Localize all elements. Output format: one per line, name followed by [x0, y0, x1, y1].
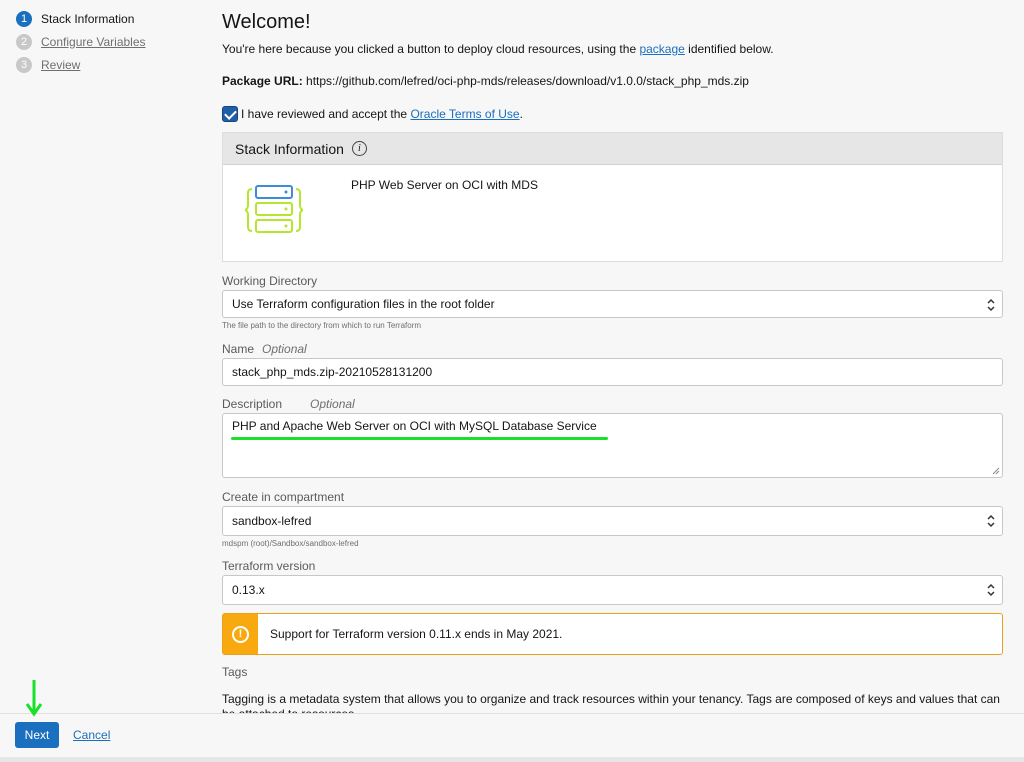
stack-name: PHP Web Server on OCI with MDS	[351, 178, 538, 192]
terms-checkbox[interactable]	[222, 106, 238, 122]
package-url-line: Package URL: https://github.com/lefred/o…	[222, 73, 1003, 89]
step-stack-information: 1 Stack Information	[16, 7, 206, 30]
highlight-underline	[231, 437, 608, 440]
terraform-version-label: Terraform version	[222, 559, 316, 573]
intro-text: You're here because you clicked a button…	[222, 41, 1003, 57]
description-optional: Optional	[310, 397, 355, 411]
oracle-terms-link[interactable]: Oracle Terms of Use	[410, 107, 519, 121]
name-label-text: Name	[222, 342, 255, 356]
compartment-group: Create in compartment sandbox-lefred mds…	[222, 490, 1003, 549]
package-url-value: https://github.com/lefred/oci-php-mds/re…	[302, 74, 749, 88]
step-number-3: 3	[16, 56, 32, 73]
terms-text-before: I have reviewed and accept the	[241, 107, 408, 121]
description-textarea[interactable]: PHP and Apache Web Server on OCI with My…	[222, 413, 1003, 478]
terraform-version-group: Terraform version 0.13.x	[222, 559, 1003, 605]
description-label: Description Optional	[222, 397, 1003, 411]
working-directory-label: Working Directory	[222, 274, 318, 288]
terms-row: I have reviewed and accept the Oracle Te…	[222, 105, 1003, 123]
next-button[interactable]: Next	[15, 722, 59, 748]
package-url-label: Package URL:	[222, 74, 303, 88]
footer-bar: Next Cancel	[0, 713, 1024, 757]
warning-icon-area: !	[223, 614, 258, 654]
name-value: stack_php_mds.zip-20210528131200	[232, 365, 433, 379]
warning-text: Support for Terraform version 0.11.x end…	[270, 627, 563, 641]
select-chevron-icon	[987, 514, 995, 528]
select-chevron-icon	[987, 583, 995, 597]
page-title: Welcome!	[222, 11, 311, 33]
main-content: Welcome! You're here because you clicked…	[222, 0, 1003, 722]
description-group: Description Optional PHP and Apache Web S…	[222, 397, 1003, 478]
step-configure-variables[interactable]: 2 Configure Variables	[16, 30, 206, 53]
step-link-review[interactable]: Review	[41, 58, 80, 72]
step-link-configure-variables[interactable]: Configure Variables	[41, 35, 146, 49]
stack-information-title: Stack Information	[235, 140, 344, 157]
resize-grip-icon[interactable]	[991, 466, 1000, 475]
bottom-edge	[0, 757, 1024, 762]
name-optional: Optional	[262, 342, 307, 356]
intro-text-after: identified below.	[684, 42, 774, 56]
warning-icon: !	[232, 625, 249, 643]
green-arrow-icon	[25, 680, 43, 717]
working-directory-select[interactable]: Use Terraform configuration files in the…	[222, 290, 1003, 318]
compartment-label: Create in compartment	[222, 490, 345, 504]
compartment-value: sandbox-lefred	[232, 514, 312, 528]
terraform-version-value: 0.13.x	[232, 583, 265, 597]
info-icon[interactable]: i	[351, 141, 367, 156]
working-directory-group: Working Directory Use Terraform configur…	[222, 274, 1003, 331]
step-navigation: 1 Stack Information 2 Configure Variable…	[16, 7, 206, 76]
intro-text-before: You're here because you clicked a button…	[222, 42, 640, 56]
working-directory-hint: The file path to the directory from whic…	[222, 321, 422, 330]
stack-information-body: PHP Web Server on OCI with MDS	[223, 165, 1002, 261]
stack-information-header: Stack Information i	[223, 133, 1002, 165]
cancel-link[interactable]: Cancel	[73, 728, 110, 742]
name-input[interactable]: stack_php_mds.zip-20210528131200	[222, 358, 1003, 386]
package-link[interactable]: package	[639, 42, 684, 56]
description-label-text: Description	[222, 397, 283, 411]
select-chevron-icon	[987, 298, 995, 312]
stack-information-card: Stack Information i PHP Web Server on OC…	[222, 132, 1003, 262]
step-number-1: 1	[16, 10, 32, 27]
server-stack-icon	[245, 185, 303, 233]
working-directory-value: Use Terraform configuration files in the…	[232, 297, 495, 311]
name-label: Name Optional	[222, 342, 1003, 356]
tags-label: Tags	[222, 665, 248, 679]
name-group: Name Optional stack_php_mds.zip-202105281…	[222, 342, 1003, 386]
terraform-version-select[interactable]: 0.13.x	[222, 575, 1003, 605]
compartment-hint: mdspm (root)/Sandbox/sandbox-lefred	[222, 539, 359, 548]
step-label-stack-information: Stack Information	[41, 11, 135, 26]
description-value: PHP and Apache Web Server on OCI with My…	[232, 419, 597, 433]
terraform-warning-banner: ! Support for Terraform version 0.11.x e…	[222, 613, 1003, 655]
compartment-select[interactable]: sandbox-lefred	[222, 506, 1003, 536]
step-number-2: 2	[16, 33, 32, 50]
terms-text-after: .	[519, 107, 523, 121]
step-review[interactable]: 3 Review	[16, 53, 206, 76]
